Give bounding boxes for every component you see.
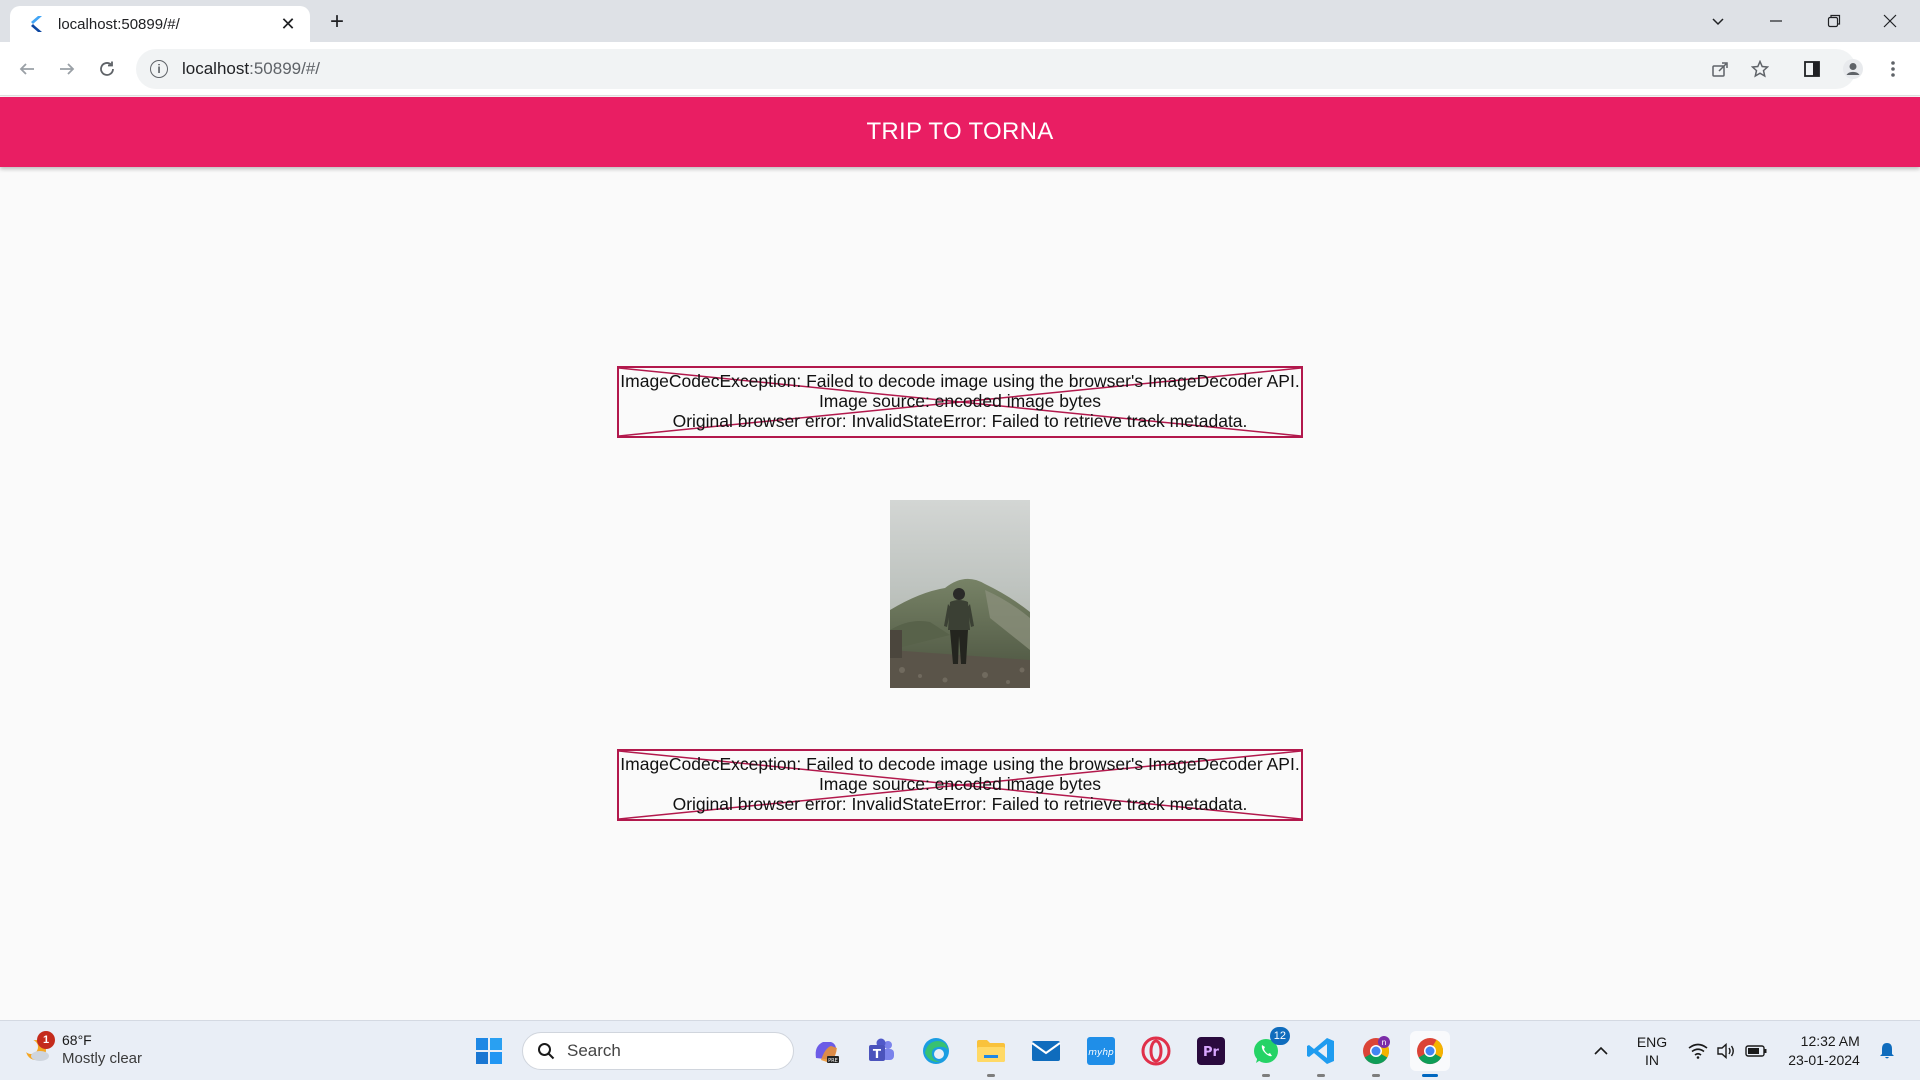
whatsapp-icon[interactable]: 12 <box>1246 1027 1290 1077</box>
whatsapp-unread-badge: 12 <box>1269 1027 1290 1045</box>
clock-date: 23-01-2024 <box>1788 1052 1860 1068</box>
weather-widget[interactable]: 1 68°F Mostly clear <box>22 1031 142 1069</box>
image-error-placeholder: ImageCodecException: Failed to decode im… <box>617 749 1303 821</box>
forward-arrow-icon[interactable] <box>52 54 82 84</box>
profile-avatar-icon[interactable] <box>1838 54 1868 84</box>
weather-moon-icon: 1 <box>22 1031 55 1065</box>
taskbar: 1 68°F Mostly clear Search PRE T myhp Pr <box>0 1020 1920 1080</box>
minimize-icon[interactable] <box>1748 0 1804 42</box>
file-explorer-icon[interactable] <box>971 1031 1011 1077</box>
volume-icon[interactable] <box>1712 1021 1740 1080</box>
vscode-icon[interactable] <box>1301 1031 1341 1077</box>
trip-photo <box>890 500 1030 688</box>
taskbar-search-box[interactable]: Search <box>522 1032 794 1070</box>
svg-text:myhp: myhp <box>1088 1048 1114 1058</box>
site-info-icon[interactable]: i <box>150 60 168 78</box>
address-bar[interactable]: i localhost:50899/#/ <box>136 49 1856 89</box>
page-title: TRIP TO TORNA <box>866 118 1054 145</box>
start-windows-icon[interactable] <box>469 1031 509 1071</box>
mail-icon[interactable] <box>1026 1031 1066 1071</box>
clock[interactable]: 12:32 AM 23-01-2024 <box>1780 1021 1868 1080</box>
flutter-favicon-icon <box>28 16 44 32</box>
error-message: ImageCodecException: Failed to decode im… <box>620 371 1300 431</box>
teams-icon[interactable]: T <box>861 1031 901 1071</box>
clock-time: 12:32 AM <box>1800 1033 1860 1049</box>
side-panel-icon[interactable] <box>1797 54 1827 84</box>
myhp-icon[interactable]: myhp <box>1081 1031 1121 1071</box>
chrome-profile-icon[interactable]: n <box>1356 1031 1396 1077</box>
battery-icon[interactable] <box>1740 1021 1772 1080</box>
svg-text:n: n <box>1381 1038 1386 1047</box>
premiere-pro-icon[interactable]: Pr <box>1191 1031 1231 1071</box>
image-error-placeholder: ImageCodecException: Failed to decode im… <box>617 366 1303 438</box>
weather-alert-badge: 1 <box>37 1031 55 1049</box>
notification-bell-icon[interactable] <box>1872 1021 1902 1080</box>
edge-browser-icon[interactable] <box>916 1031 956 1071</box>
reload-icon[interactable] <box>92 54 122 84</box>
browser-tab-strip: localhost:50899/#/ ✕ + <box>0 0 1920 42</box>
tab-search-chevron-icon[interactable] <box>1690 0 1746 42</box>
kebab-menu-icon[interactable] <box>1878 54 1908 84</box>
close-window-icon[interactable] <box>1862 0 1918 42</box>
restore-icon[interactable] <box>1806 0 1862 42</box>
back-arrow-icon[interactable] <box>12 54 42 84</box>
browser-toolbar: i localhost:50899/#/ <box>0 42 1920 96</box>
search-icon <box>538 1043 555 1060</box>
search-placeholder: Search <box>567 1041 621 1060</box>
error-message: ImageCodecException: Failed to decode im… <box>620 754 1300 814</box>
share-icon[interactable] <box>1703 49 1737 89</box>
copilot-icon[interactable]: PRE <box>806 1031 846 1071</box>
svg-text:PRE: PRE <box>828 1058 838 1064</box>
show-hidden-icons-chevron-icon[interactable] <box>1586 1021 1616 1080</box>
svg-text:Pr: Pr <box>1203 1045 1220 1060</box>
app-bar: TRIP TO TORNA <box>0 97 1920 167</box>
tab-close-icon[interactable]: ✕ <box>278 14 298 35</box>
opera-icon[interactable] <box>1136 1031 1176 1071</box>
weather-description: Mostly clear <box>62 1050 143 1067</box>
bookmark-star-icon[interactable] <box>1743 49 1777 89</box>
tab-title: localhost:50899/#/ <box>58 15 180 33</box>
language-indicator[interactable]: ENG IN <box>1628 1021 1676 1080</box>
url-text: localhost:50899/#/ <box>182 59 321 78</box>
weather-temperature: 68°F <box>62 1032 92 1048</box>
svg-text:T: T <box>873 1047 882 1061</box>
wifi-icon[interactable] <box>1684 1021 1712 1080</box>
browser-tab[interactable]: localhost:50899/#/ ✕ <box>10 6 310 42</box>
chrome-icon[interactable] <box>1410 1031 1450 1077</box>
new-tab-button[interactable]: + <box>322 8 352 36</box>
